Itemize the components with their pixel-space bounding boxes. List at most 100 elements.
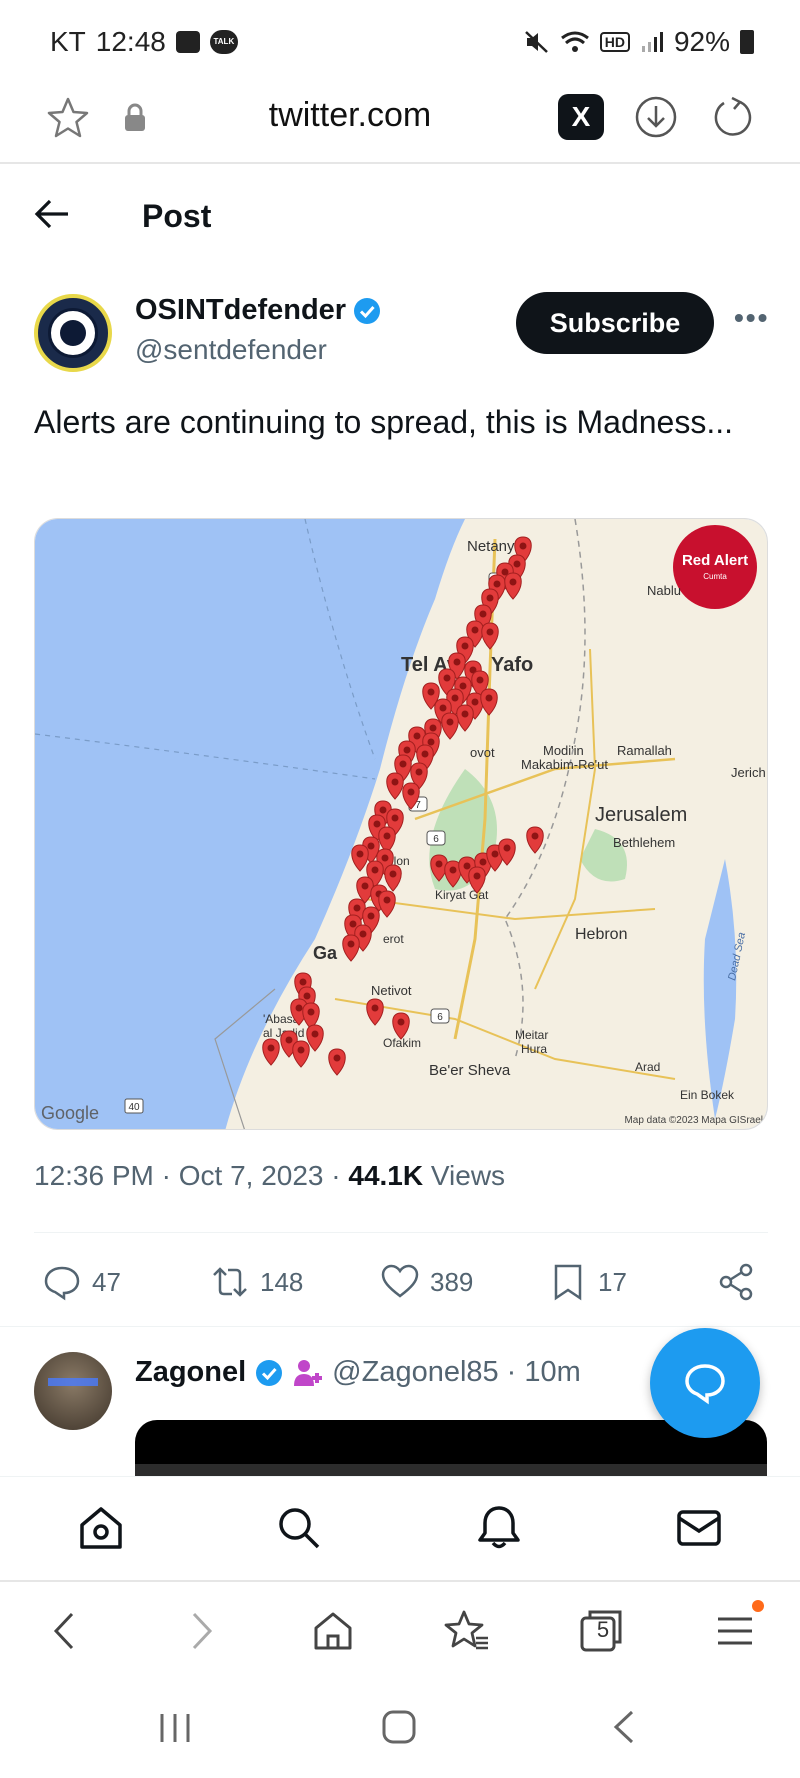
label-hebron: Hebron — [575, 926, 627, 943]
hd-badge: HD — [599, 32, 630, 52]
label-jerusalem: Jerusalem — [595, 804, 687, 826]
system-nav-bar — [0, 1680, 800, 1778]
browser-forward-icon[interactable] — [176, 1606, 226, 1656]
post-actions: 47 148 389 17 — [0, 1252, 800, 1308]
alert-pin-dot — [463, 862, 471, 870]
bell-icon[interactable] — [474, 1503, 524, 1553]
map-attribution: Map data ©2023 Mapa GISrael — [624, 1115, 763, 1126]
home-icon[interactable] — [76, 1503, 126, 1553]
post-map-image[interactable]: Red Alert Cumta Netanya Nablu Tel Av Yaf… — [34, 518, 768, 1130]
url-host[interactable]: twitter.com — [200, 96, 500, 135]
share-button[interactable] — [716, 1262, 756, 1302]
alert-pin-dot — [427, 738, 435, 746]
browser-url-bar: twitter.com X — [0, 88, 800, 164]
route-40: 40 — [128, 1102, 140, 1113]
alert-pin-dot — [333, 1054, 341, 1062]
alert-pin-dot — [429, 724, 437, 732]
alert-pin-dot — [427, 688, 435, 696]
reply-button[interactable]: 47 — [42, 1262, 121, 1302]
more-options-icon[interactable]: ••• — [734, 302, 769, 334]
author-handle[interactable]: @sentdefender — [135, 334, 327, 366]
alert-pin-dot — [383, 896, 391, 904]
author-name-line[interactable]: OSINTdefender — [135, 294, 382, 327]
alert-pin-dot — [491, 850, 499, 858]
alert-pin-dot — [435, 860, 443, 868]
next-author-handle[interactable]: @Zagonel85 — [332, 1356, 499, 1389]
wifi-icon — [560, 31, 589, 52]
search-icon[interactable] — [274, 1503, 324, 1553]
like-button[interactable]: 389 — [380, 1262, 473, 1302]
label-gaza: Ga — [313, 943, 338, 963]
share-icon — [719, 1263, 753, 1301]
alert-pin-dot — [379, 806, 387, 814]
gallery-notification-icon — [175, 31, 200, 53]
alert-pin-dot — [519, 542, 527, 550]
compose-button[interactable] — [650, 1328, 760, 1438]
bookmark-count: 17 — [598, 1266, 627, 1297]
alert-pin-dot — [391, 778, 399, 786]
alert-pin-dot — [267, 1044, 275, 1052]
post-text: Alerts are continuing to spread, this is… — [34, 404, 734, 440]
recent-apps-icon[interactable] — [150, 1702, 200, 1752]
avatar-detail — [48, 1378, 98, 1386]
arrow-left-icon[interactable] — [34, 196, 70, 232]
views-label: Views — [423, 1160, 506, 1191]
battery-percent: 92% — [673, 26, 730, 57]
alert-pin-dot — [413, 732, 421, 740]
browser-back-icon[interactable] — [40, 1606, 90, 1656]
author-avatar[interactable] — [34, 294, 112, 372]
alert-pin-dot — [439, 704, 447, 712]
alert-pin-dot — [486, 628, 494, 636]
browser-menu-icon[interactable] — [710, 1606, 760, 1656]
x-app-button[interactable]: X — [558, 94, 604, 140]
download-icon[interactable] — [633, 94, 679, 140]
mute-icon — [524, 31, 548, 53]
alert-pin-dot — [299, 978, 307, 986]
views-count: 44.1K — [348, 1160, 424, 1191]
mail-icon[interactable] — [674, 1503, 724, 1553]
bookmark-button[interactable]: 17 — [548, 1262, 627, 1302]
next-author-avatar[interactable] — [34, 1352, 112, 1430]
system-back-icon[interactable] — [600, 1702, 650, 1752]
bookmarks-icon[interactable] — [442, 1606, 492, 1656]
next-author-line: Zagonel @Zagonel85 · 10m — [135, 1356, 581, 1389]
alert-pin-dot — [509, 578, 517, 586]
star-icon[interactable] — [44, 94, 92, 142]
browser-home-icon[interactable] — [308, 1606, 358, 1656]
reload-icon[interactable] — [710, 94, 756, 140]
bookmark-icon — [554, 1264, 582, 1301]
label-yafo: Yafo — [491, 654, 533, 676]
status-bar: KT 12:48 TALK HD 92% — [0, 0, 800, 88]
subscribe-button[interactable]: Subscribe — [516, 292, 714, 354]
alert-pin-dot — [479, 858, 487, 866]
alert-pin-dot — [471, 626, 479, 634]
alert-pin-dot — [403, 746, 411, 754]
browser-bottom-bar: 5 — [0, 1580, 800, 1680]
status-right: HD 92% — [524, 26, 754, 58]
alert-pin-dot — [356, 850, 364, 858]
label-ramallah: Ramallah — [617, 743, 672, 758]
next-author-name[interactable]: Zagonel — [135, 1356, 246, 1389]
author-name[interactable]: OSINTdefender — [135, 294, 346, 327]
alert-pin-dot — [311, 1030, 319, 1038]
alert-pin-dot — [421, 750, 429, 758]
post-timestamp[interactable]: 12:36 PM · Oct 7, 2023 · — [34, 1160, 348, 1191]
alert-pin-dot — [471, 698, 479, 706]
label-ein-bokek: Ein Bokek — [680, 1088, 735, 1102]
alert-pin-dot — [295, 1004, 303, 1012]
alert-pin-dot — [367, 842, 375, 850]
alert-pin-dot — [459, 682, 467, 690]
label-netivot: Netivot — [371, 983, 412, 998]
label-arad: Arad — [635, 1060, 660, 1074]
alert-pin-dot — [446, 718, 454, 726]
system-home-icon[interactable] — [374, 1702, 424, 1752]
label-makabim: Makabim-Re'ut — [521, 757, 608, 772]
route-6c: 6 — [437, 1012, 443, 1023]
label-hura: Hura — [521, 1042, 547, 1056]
map-svg: Red Alert Cumta Netanya Nablu Tel Av Yaf… — [35, 519, 767, 1129]
alert-pin-dot — [461, 642, 469, 650]
alert-pin-dot — [531, 832, 539, 840]
next-post-media[interactable] — [135, 1420, 767, 1480]
repost-button[interactable]: 148 — [210, 1262, 303, 1302]
divider — [0, 1326, 800, 1327]
